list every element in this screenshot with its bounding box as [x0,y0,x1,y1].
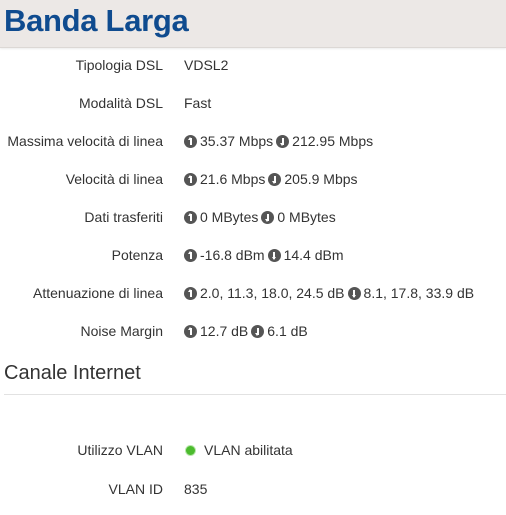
page-header: Banda Larga [0,0,506,48]
arrow-down-circle-icon [276,134,290,148]
line-speed-down: 205.9 Mbps [284,171,358,187]
data-transferred-label: Dati trasferiti [84,209,163,225]
power-down: 14.4 dBm [283,247,344,263]
line-attenuation-label: Attenuazione di linea [33,285,163,301]
vlan-id-value: 835 [184,481,208,497]
line-speed-label: Velocità di linea [65,171,163,187]
vlan-usage-value: VLAN abilitata [184,440,293,460]
data-transferred-row: Dati trasferiti 0 MBytes 0 MBytes [0,207,506,227]
arrow-down-circle-icon [261,210,275,224]
noise-margin-up: 12.7 dB [200,323,249,339]
line-speed-row: Velocità di linea 21.6 Mbps 205.9 Mbps [0,169,506,189]
data-transferred-value: 0 MBytes 0 MBytes [184,207,336,227]
line-speed-up: 21.6 Mbps [200,171,266,187]
vlan-status-text: VLAN abilitata [204,442,293,458]
vlan-id-row: VLAN ID 835 [0,479,506,499]
power-value: -16.8 dBm 14.4 dBm [184,245,344,265]
arrow-up-circle-icon [184,324,197,338]
power-label: Potenza [111,247,163,263]
max-line-speed-value: 35.37 Mbps 212.95 Mbps [184,131,373,151]
line-attenuation-up: 2.0, 11.3, 18.0, 24.5 dB [200,285,345,301]
max-line-speed-row: Massima velocità di linea 35.37 Mbps 212… [0,131,506,151]
arrow-up-circle-icon [184,210,197,224]
noise-margin-row: Noise Margin 12.7 dB 6.1 dB [0,321,506,341]
arrow-down-circle-icon [267,248,281,262]
max-line-speed-down: 212.95 Mbps [292,133,374,149]
line-attenuation-value: 2.0, 11.3, 18.0, 24.5 dB 8.1, 17.8, 33.9… [184,283,474,303]
internet-channel-title: Canale Internet [4,362,141,384]
max-line-speed-label: Massima velocità di linea [7,133,163,149]
dsl-type-label: Tipologia DSL [75,57,163,73]
arrow-up-circle-icon [184,134,197,148]
line-speed-value: 21.6 Mbps 205.9 Mbps [184,169,358,189]
dsl-type-row: Tipologia DSL VDSL2 [0,55,506,75]
arrow-up-circle-icon [184,248,197,262]
arrow-up-circle-icon [184,172,197,186]
line-attenuation-row: Attenuazione di linea 2.0, 11.3, 18.0, 2… [0,283,506,303]
line-attenuation-down: 8.1, 17.8, 33.9 dB [363,285,475,301]
arrow-down-circle-icon [268,172,282,186]
dsl-mode-row: Modalità DSL Fast [0,93,506,113]
noise-margin-down: 6.1 dB [267,323,308,339]
noise-margin-label: Noise Margin [80,323,163,339]
arrow-down-circle-icon [347,286,361,300]
dsl-mode-label: Modalità DSL [78,95,163,111]
page-title: Banda Larga [4,3,189,38]
power-row: Potenza -16.8 dBm 14.4 dBm [0,245,506,265]
max-line-speed-up: 35.37 Mbps [200,133,274,149]
arrow-down-circle-icon [251,324,265,338]
status-dot-icon [185,444,196,456]
vlan-usage-row: Utilizzo VLAN VLAN abilitata [0,440,506,460]
dsl-type-value: VDSL2 [184,57,229,73]
vlan-id-label: VLAN ID [108,481,163,497]
section-divider [4,394,506,395]
data-transferred-down: 0 MBytes [277,209,336,225]
dsl-mode-value: Fast [184,95,212,111]
noise-margin-value: 12.7 dB 6.1 dB [184,321,308,341]
arrow-up-circle-icon [184,286,197,300]
vlan-usage-label: Utilizzo VLAN [77,442,163,458]
power-up: -16.8 dBm [200,247,265,263]
data-transferred-up: 0 MBytes [200,209,259,225]
